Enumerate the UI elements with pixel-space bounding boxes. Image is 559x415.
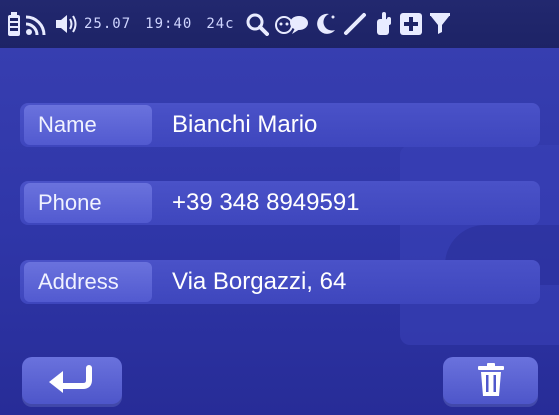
back-button[interactable] xyxy=(22,357,122,407)
funnel-icon[interactable] xyxy=(429,9,451,39)
device-screen: 25.07 19:40 24c Name Bianchi Mario Phone… xyxy=(0,0,559,415)
status-bar: 25.07 19:40 24c xyxy=(0,0,559,48)
field-row-address[interactable]: Address Via Borgazzi, 64 xyxy=(20,260,540,304)
volume-icon[interactable] xyxy=(54,9,78,39)
plus-icon[interactable] xyxy=(399,9,423,39)
trash-icon xyxy=(477,363,504,401)
status-bar-actions xyxy=(245,9,457,39)
field-value-name: Bianchi Mario xyxy=(172,111,318,138)
back-icon xyxy=(45,364,99,400)
field-label-name: Name xyxy=(24,105,152,145)
field-value-address: Via Borgazzi, 64 xyxy=(172,268,347,295)
hand-icon[interactable] xyxy=(373,9,393,39)
status-time: 19:40 xyxy=(145,16,193,32)
status-date: 25.07 xyxy=(84,16,132,32)
field-label-phone: Phone xyxy=(24,183,152,223)
battery-icon xyxy=(8,9,20,39)
moon-icon[interactable] xyxy=(315,9,337,39)
field-row-name[interactable]: Name Bianchi Mario xyxy=(20,103,540,147)
field-label-address: Address xyxy=(24,262,152,302)
bottom-bar xyxy=(0,345,559,415)
wifi-icon[interactable] xyxy=(26,9,48,39)
field-value-phone: +39 348 8949591 xyxy=(172,189,360,216)
delete-button[interactable] xyxy=(443,357,538,407)
field-row-phone[interactable]: Phone +39 348 8949591 xyxy=(20,181,540,225)
chat-icon[interactable] xyxy=(274,9,309,39)
search-icon[interactable] xyxy=(245,9,269,39)
status-temperature: 24c xyxy=(206,16,235,32)
pen-icon[interactable] xyxy=(343,9,367,39)
